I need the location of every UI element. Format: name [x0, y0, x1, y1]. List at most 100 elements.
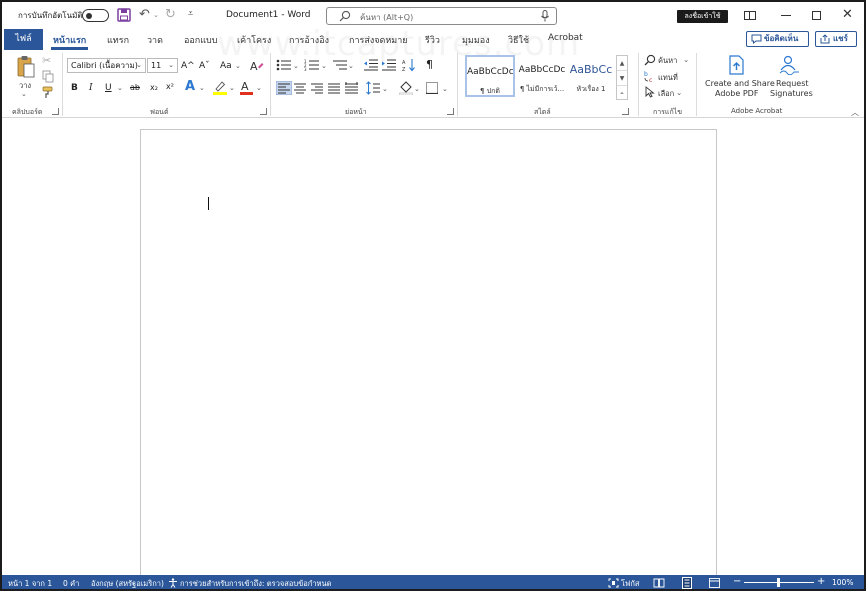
undo-icon[interactable]: ↶	[139, 8, 150, 22]
create-pdf-icon[interactable]	[727, 55, 746, 75]
status-bar: หน้า 1 จาก 1 0 คำ อังกฤษ (สหรัฐอเมริกา) …	[2, 575, 864, 589]
request-signatures-label-1[interactable]: Request	[776, 79, 809, 88]
accessibility-icon[interactable]	[168, 578, 178, 588]
text-cursor	[208, 197, 209, 210]
style-sample: AaBbCcDc	[518, 65, 566, 75]
styles-gallery-scroll[interactable]: ▲ ▼ ⩡	[616, 55, 628, 100]
chevron-down-icon[interactable]: ⌄	[256, 82, 262, 94]
chevron-down-icon[interactable]: ⌄	[414, 83, 420, 95]
zoom-in-button[interactable]: +	[817, 576, 825, 587]
focus-label[interactable]: โฟกัส	[621, 578, 639, 589]
ribbon-display-options-icon[interactable]	[744, 11, 756, 20]
chevron-down-icon[interactable]: ⌄	[229, 82, 235, 94]
line-spacing-icon[interactable]	[366, 81, 380, 95]
editing-group-label: การแก้ไข	[653, 108, 682, 116]
highlighter-icon[interactable]	[213, 80, 227, 95]
redo-icon[interactable]: ↻	[165, 8, 176, 22]
document-page[interactable]	[140, 129, 717, 589]
tab-insert[interactable]: แทรก	[107, 33, 129, 47]
copy-icon[interactable]	[42, 70, 54, 83]
paste-dropdown-icon[interactable]: ⌄	[21, 90, 27, 98]
chevron-down-icon[interactable]: ⌄	[683, 55, 689, 64]
align-right-icon[interactable]	[311, 82, 323, 94]
align-center-icon[interactable]	[294, 82, 306, 94]
paragraph-launcher-icon[interactable]	[447, 108, 454, 115]
comments-label: ข้อคิดเห็น	[764, 34, 799, 43]
signin-button[interactable]: ลงชื่อเข้าใช้	[677, 10, 728, 23]
tab-design[interactable]: ออกแบบ	[184, 33, 218, 47]
read-mode-icon[interactable]	[653, 578, 665, 588]
chevron-down-icon[interactable]: ⌄	[676, 88, 682, 97]
underline-button[interactable]: U	[105, 82, 112, 94]
font-name-value: Calibri (เนื้อความ)	[71, 61, 138, 70]
strikethrough-button[interactable]: ab	[130, 82, 140, 94]
align-left-icon[interactable]	[276, 81, 292, 95]
replace-icon[interactable]: b c	[644, 70, 656, 82]
subscript-button[interactable]: x₂	[150, 82, 158, 94]
select-label[interactable]: เลือก	[658, 88, 674, 100]
chevron-down-icon[interactable]: ⌄	[199, 82, 205, 94]
maximize-icon[interactable]	[812, 11, 821, 20]
document-area[interactable]	[2, 118, 864, 589]
search-input[interactable]: ค้นหา (Alt+Q)	[326, 7, 557, 25]
autosave-toggle[interactable]	[82, 9, 109, 22]
paragraph-group-label: ย่อหน้า	[345, 108, 367, 116]
microphone-icon[interactable]	[540, 10, 550, 22]
tab-file[interactable]: ไฟล์	[4, 29, 43, 50]
cut-icon[interactable]: ✂	[42, 54, 51, 67]
web-layout-icon[interactable]	[709, 578, 720, 588]
select-icon[interactable]	[645, 86, 656, 98]
tab-draw[interactable]: วาด	[147, 33, 163, 47]
grow-font-button[interactable]: A^	[181, 60, 195, 72]
chevron-down-icon[interactable]: ⌄	[117, 82, 123, 94]
zoom-level[interactable]: 100%	[832, 578, 853, 587]
font-size-dropdown[interactable]: 11 ⌄	[147, 58, 178, 73]
shrink-font-button[interactable]: Aˇ	[199, 60, 210, 72]
shading-icon[interactable]	[399, 80, 413, 95]
save-icon[interactable]	[117, 8, 131, 22]
comments-button[interactable]: ข้อคิดเห็น	[746, 31, 809, 47]
zoom-out-button[interactable]: −	[733, 576, 741, 587]
collapse-ribbon-icon[interactable]: ︿	[851, 107, 859, 118]
create-share-pdf-label-2[interactable]: Adobe PDF	[715, 89, 758, 98]
accessibility-status[interactable]: การช่วยสำหรับการเข้าถึง: ตรวจสอบข้อกำหนด	[180, 578, 331, 589]
chevron-down-icon[interactable]: ⌄	[442, 83, 448, 95]
customize-quick-access-icon[interactable]: ⩡	[188, 9, 193, 19]
distributed-icon[interactable]	[345, 82, 358, 94]
language-status[interactable]: อังกฤษ (สหรัฐอเมริกา)	[91, 578, 164, 589]
justify-icon[interactable]	[328, 82, 340, 94]
text-effects-icon[interactable]: A	[185, 79, 195, 94]
minimize-icon[interactable]	[781, 15, 791, 16]
italic-button[interactable]: I	[89, 82, 93, 94]
request-signatures-label-2[interactable]: Signatures	[770, 89, 813, 98]
page-count[interactable]: หน้า 1 จาก 1	[8, 578, 52, 589]
focus-icon[interactable]	[608, 578, 619, 588]
gallery-up-icon[interactable]: ▲	[617, 56, 627, 71]
bold-button[interactable]: B	[71, 82, 78, 94]
styles-launcher-icon[interactable]	[622, 108, 629, 115]
find-icon[interactable]	[644, 54, 656, 66]
word-count[interactable]: 0 คำ	[63, 578, 79, 589]
find-label[interactable]: ค้นหา	[658, 55, 677, 67]
gallery-down-icon[interactable]: ▼	[617, 71, 627, 86]
chevron-down-icon[interactable]: ⌄	[382, 83, 388, 95]
replace-label[interactable]: แทนที่	[658, 72, 678, 84]
paste-icon[interactable]	[16, 55, 36, 79]
create-share-pdf-label-1[interactable]: Create and Share	[705, 79, 775, 88]
share-button[interactable]: แชร์	[815, 31, 857, 47]
borders-icon[interactable]	[426, 82, 438, 94]
undo-dropdown-icon[interactable]: ⌄	[153, 11, 159, 19]
zoom-slider-thumb[interactable]	[777, 578, 780, 587]
font-launcher-icon[interactable]	[260, 108, 267, 115]
format-painter-icon[interactable]	[42, 86, 55, 99]
clipboard-launcher-icon[interactable]	[52, 108, 59, 115]
request-signatures-icon[interactable]	[778, 55, 800, 75]
print-layout-icon[interactable]	[682, 577, 692, 589]
superscript-button[interactable]: x²	[166, 81, 174, 93]
font-name-dropdown[interactable]: Calibri (เนื้อความ) ⌄	[67, 58, 146, 73]
chevron-down-icon: ⌄	[136, 61, 142, 69]
font-color-icon[interactable]: A	[240, 79, 253, 95]
gallery-more-icon[interactable]: ⩡	[617, 86, 627, 101]
tab-home[interactable]: หน้าแรก	[53, 33, 86, 47]
close-icon[interactable]: ✕	[842, 7, 853, 22]
